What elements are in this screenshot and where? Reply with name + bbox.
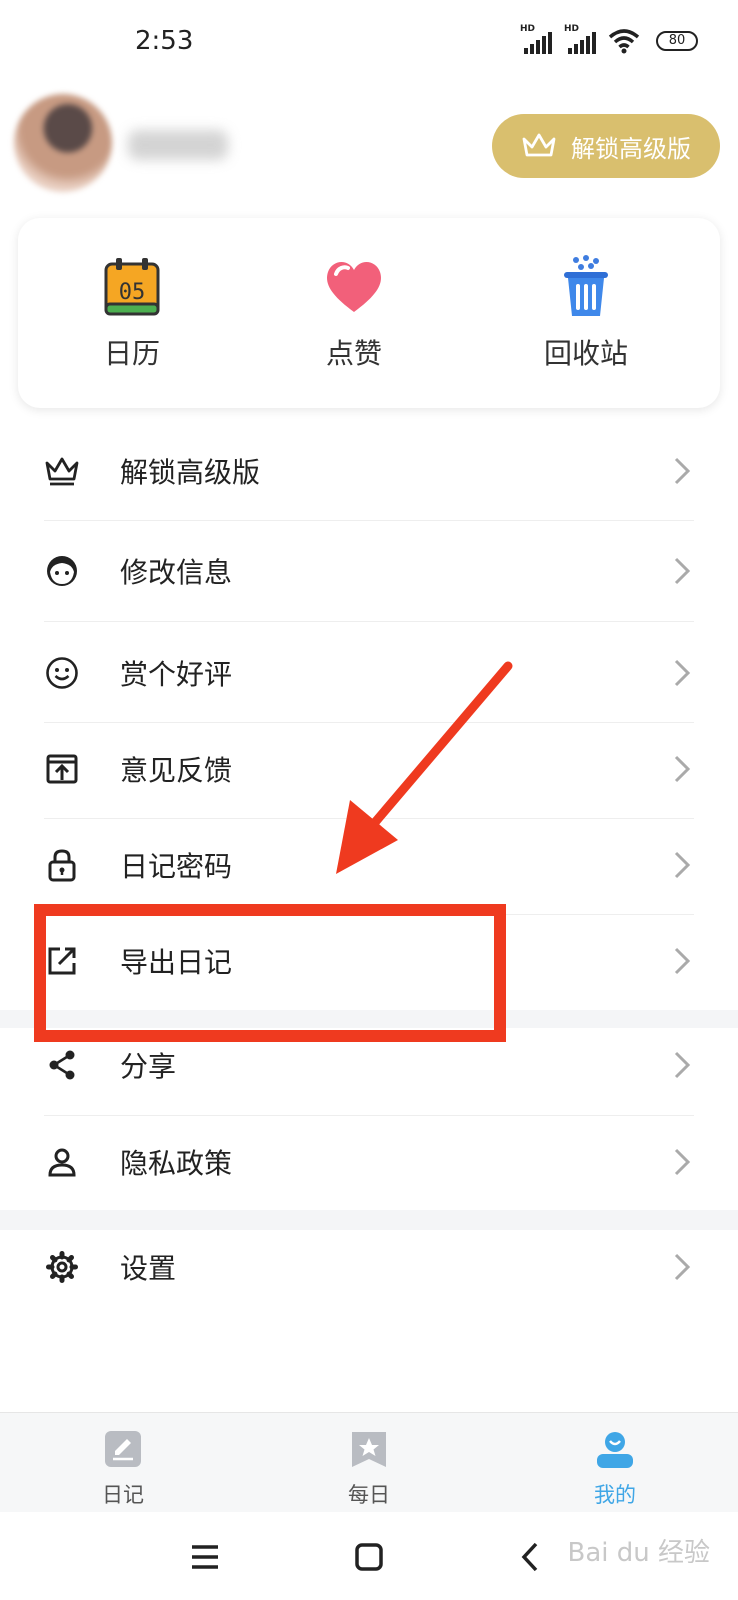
annotation-highlight-box <box>34 904 506 1042</box>
chevron-right-icon <box>674 557 691 585</box>
gear-icon <box>44 1249 80 1285</box>
menu-item-edit-info[interactable]: 修改信息 <box>0 536 738 606</box>
signal-icon: HD <box>564 24 598 54</box>
menu-item-label: 分享 <box>120 1050 177 1083</box>
menu-item-label: 日记密码 <box>120 850 233 883</box>
tab-daily[interactable]: 每日 <box>309 1429 429 1509</box>
menu-item-label: 设置 <box>120 1252 177 1285</box>
menu-item-unlock-premium[interactable]: 解锁高级版 <box>0 436 738 506</box>
tab-diary[interactable]: 日记 <box>63 1429 183 1509</box>
chevron-right-icon <box>674 851 691 879</box>
menu-item-label: 隐私政策 <box>120 1147 233 1180</box>
annotation-arrow <box>336 661 513 874</box>
tab-label: 日记 <box>102 1483 144 1507</box>
chevron-right-icon <box>674 1051 691 1079</box>
divider <box>44 621 694 622</box>
unlock-premium-button[interactable]: 解锁高级版 <box>492 114 720 178</box>
quick-actions-card: 05 日历 点赞 回收站 <box>18 218 720 408</box>
quick-action-likes[interactable]: 点赞 <box>274 254 434 372</box>
quick-action-label: 点赞 <box>325 337 382 370</box>
chevron-right-icon <box>674 755 691 783</box>
home-icon[interactable] <box>344 1532 394 1582</box>
face-icon <box>44 553 80 589</box>
tab-mine[interactable]: 我的 <box>555 1429 675 1509</box>
menu-icon[interactable] <box>180 1532 230 1582</box>
menu-item-label: 修改信息 <box>120 556 233 589</box>
watermark: Bai du 经验 <box>567 1538 710 1568</box>
feedback-icon <box>44 751 80 787</box>
star-bookmark-icon <box>352 1432 386 1467</box>
calendar-icon: 05 <box>104 258 160 316</box>
calendar-day-label: 05 <box>119 280 146 305</box>
crown-icon <box>522 133 556 157</box>
status-time: 2:53 <box>135 26 194 56</box>
quick-action-calendar[interactable]: 05 日历 <box>52 254 212 372</box>
chevron-right-icon <box>674 947 691 975</box>
chevron-right-icon <box>674 659 691 687</box>
bottom-tab-bar: 日记 每日 我的 <box>0 1412 738 1512</box>
person-icon <box>44 1144 80 1180</box>
heart-icon <box>327 261 381 312</box>
section-gap <box>0 1210 738 1230</box>
avatar[interactable] <box>14 94 112 192</box>
profile-icon <box>597 1432 633 1468</box>
crown-icon <box>44 453 80 489</box>
share-icon <box>44 1047 80 1083</box>
lock-icon <box>44 847 80 883</box>
signal-icon: HD <box>520 24 554 54</box>
status-bar: 2:53 HD HD 80 <box>0 0 738 86</box>
divider <box>44 520 694 521</box>
divider <box>44 1115 694 1116</box>
unlock-premium-label: 解锁高级版 <box>571 134 691 163</box>
chevron-right-icon <box>674 1253 691 1281</box>
chevron-right-icon <box>674 457 691 485</box>
username-blurred <box>128 130 228 160</box>
menu-item-settings[interactable]: 设置 <box>0 1232 738 1302</box>
status-icons: HD HD 80 <box>520 24 698 54</box>
smile-icon <box>44 655 80 691</box>
quick-action-trash[interactable]: 回收站 <box>506 254 666 372</box>
wifi-icon <box>608 29 640 54</box>
tab-label: 每日 <box>348 1483 390 1507</box>
quick-action-label: 回收站 <box>543 337 628 370</box>
menu-item-privacy-policy[interactable]: 隐私政策 <box>0 1127 738 1197</box>
battery-indicator: 80 <box>656 31 698 51</box>
menu-item-label: 解锁高级版 <box>120 456 261 489</box>
tab-label: 我的 <box>594 1483 636 1507</box>
quick-action-label: 日历 <box>103 337 160 370</box>
back-icon[interactable] <box>506 1532 556 1582</box>
menu-item-label: 赏个好评 <box>120 658 233 691</box>
trash-icon <box>564 255 608 316</box>
menu-item-label: 意见反馈 <box>120 754 233 787</box>
chevron-right-icon <box>674 1148 691 1176</box>
edit-note-icon <box>105 1431 141 1467</box>
